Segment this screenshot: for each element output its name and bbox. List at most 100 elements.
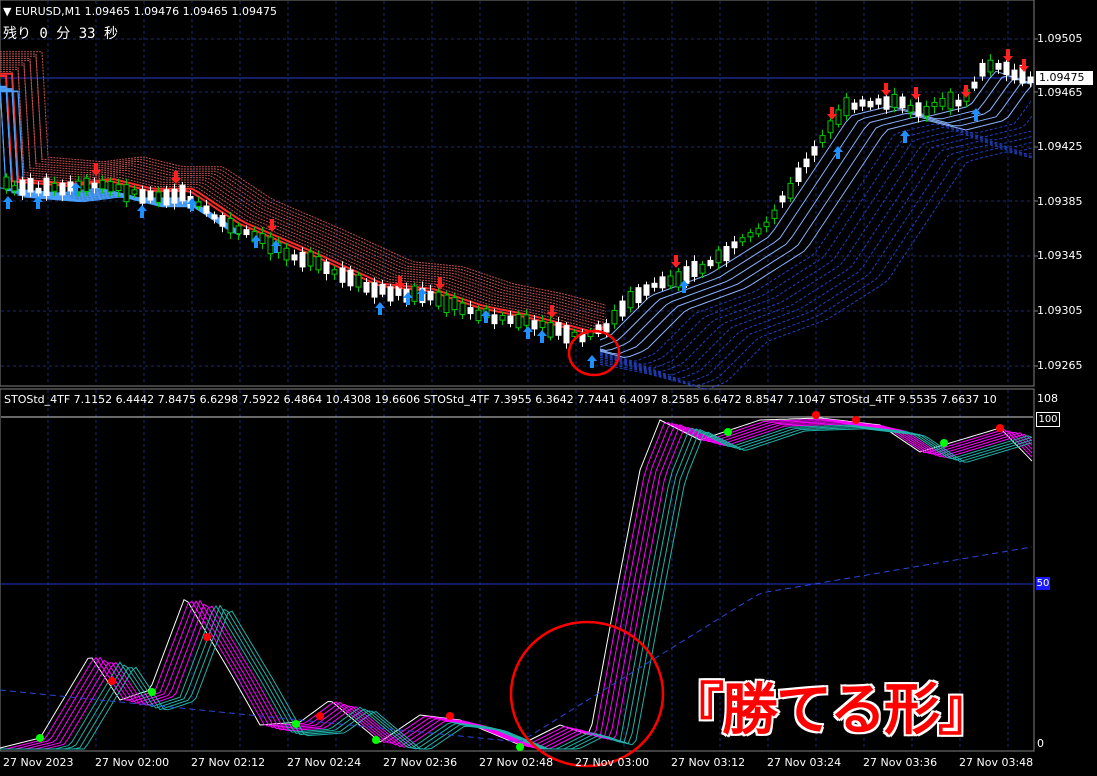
candle-body — [859, 99, 866, 107]
candle-body — [555, 322, 562, 336]
candle-body — [923, 105, 930, 117]
candle-body — [731, 241, 738, 249]
candle-body — [43, 177, 50, 196]
candle-body — [195, 201, 202, 208]
candle-body — [131, 189, 138, 195]
green-dot — [36, 734, 44, 742]
candle-body — [11, 185, 18, 192]
candle-body — [755, 227, 762, 235]
indicator-level-100: 100 — [1036, 412, 1060, 427]
candle-body — [899, 96, 906, 109]
candle-body — [1003, 61, 1010, 75]
candle-body — [915, 102, 922, 117]
candle-body — [355, 274, 362, 288]
price-tick: 1.09385 — [1037, 195, 1083, 208]
candle-body — [227, 218, 234, 234]
indicator-level-50: 50 — [1036, 577, 1050, 590]
candle-body — [139, 189, 146, 204]
candle-body — [163, 189, 170, 206]
candle-body — [723, 246, 730, 262]
indicator-label: STOStd_4TF 7.1152 6.4442 7.8475 6.6298 7… — [4, 393, 997, 406]
candle-body — [763, 221, 770, 228]
candle-body — [907, 104, 914, 113]
candle-body — [291, 254, 298, 261]
candle-body — [307, 251, 314, 267]
candle-body — [883, 96, 890, 110]
trading-chart[interactable] — [0, 0, 1097, 776]
price-tick: 1.09505 — [1037, 32, 1083, 45]
candle-body — [427, 290, 434, 301]
time-tick: 27 Nov 03:36 — [863, 756, 938, 769]
green-dot — [724, 428, 732, 436]
candle-body — [795, 167, 802, 182]
red-dot — [108, 677, 116, 685]
candle-body — [35, 187, 42, 194]
candle-body — [363, 282, 370, 293]
candle-body — [515, 314, 522, 329]
green-dot — [516, 743, 524, 751]
candle-body — [523, 314, 530, 326]
candle-body — [931, 102, 938, 108]
green-dot — [372, 736, 380, 744]
candle-body — [715, 249, 722, 264]
candle-body — [707, 259, 714, 267]
time-tick: 27 Nov 02:48 — [479, 756, 554, 769]
red-dot — [812, 411, 820, 419]
symbol-header[interactable]: ▼ EURUSD,M1 1.09465 1.09476 1.09465 1.09… — [3, 5, 277, 18]
red-dot — [203, 633, 211, 641]
candle-body — [835, 109, 842, 125]
price-tick: 1.09305 — [1037, 304, 1083, 317]
candle-body — [667, 275, 674, 287]
bar-countdown: 残り 0 分 33 秒 — [3, 26, 119, 42]
candle-body — [459, 302, 466, 315]
candle-body — [507, 315, 514, 324]
candle-body — [571, 331, 578, 337]
time-tick: 27 Nov 02:00 — [95, 756, 170, 769]
price-tick: 1.09425 — [1037, 140, 1083, 153]
candle-body — [379, 284, 386, 295]
candle-body — [99, 179, 106, 190]
candle-body — [787, 182, 794, 199]
price-tick: 1.09345 — [1037, 249, 1083, 262]
candle-body — [747, 232, 754, 238]
candle-body — [323, 261, 330, 275]
candle-body — [147, 190, 154, 201]
candle-body — [259, 233, 266, 245]
candle-body — [107, 180, 114, 193]
candle-body — [547, 322, 554, 338]
candle-body — [987, 59, 994, 73]
candle-body — [683, 266, 690, 284]
candle-body — [203, 205, 210, 214]
candle-body — [771, 209, 778, 219]
candle-body — [299, 251, 306, 268]
red-dot — [852, 416, 860, 424]
time-tick: 27 Nov 03:12 — [671, 756, 746, 769]
time-tick: 27 Nov 03:48 — [959, 756, 1034, 769]
candle-body — [563, 325, 570, 344]
candle-body — [979, 62, 986, 77]
caption-winning-pattern: 『勝てる形』 — [667, 677, 996, 745]
symbol-quote: EURUSD,M1 1.09465 1.09476 1.09465 1.0947… — [14, 5, 278, 18]
candle-body — [219, 215, 226, 227]
dropdown-triangle-icon[interactable]: ▼ — [3, 5, 15, 18]
candle-body — [67, 181, 74, 192]
green-dot — [148, 688, 156, 696]
candle-body — [819, 135, 826, 144]
candle-body — [779, 195, 786, 203]
candle-body — [475, 309, 482, 322]
candle-body — [179, 184, 186, 202]
candle-body — [955, 99, 962, 107]
time-tick: 27 Nov 02:24 — [287, 756, 362, 769]
red-dot — [446, 712, 454, 720]
candle-body — [651, 282, 658, 288]
candle-body — [643, 284, 650, 296]
candle-body — [155, 191, 162, 203]
candle-body — [387, 286, 394, 302]
candle-body — [1011, 69, 1018, 81]
candle-body — [739, 237, 746, 243]
candle-body — [59, 182, 66, 196]
candle-body — [891, 93, 898, 108]
candle-body — [19, 179, 26, 196]
indicator-axis-0: 0 — [1037, 737, 1044, 750]
time-tick: 27 Nov 03:24 — [767, 756, 842, 769]
